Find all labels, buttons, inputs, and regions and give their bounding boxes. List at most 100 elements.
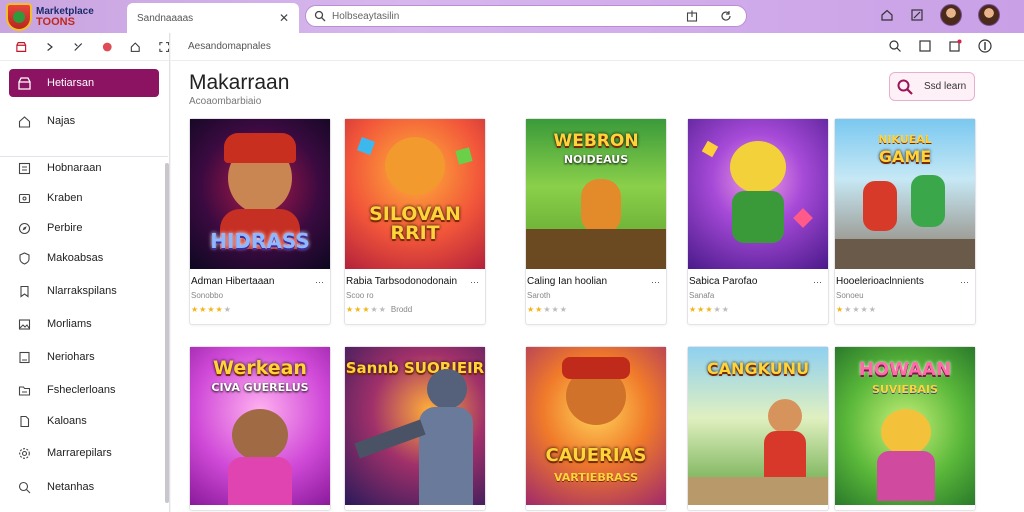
sidebar-item-hobnaraan[interactable]: Hobnaraan: [9, 154, 159, 182]
game-cover-image: Sannb SUORIEIR: [345, 347, 485, 505]
cover-subtitle: SUVIEBAIS: [872, 383, 938, 396]
game-title: Rabia Tarbsodonodonain: [346, 276, 458, 287]
more-icon[interactable]: ⋯: [813, 277, 822, 288]
more-icon[interactable]: ⋯: [651, 277, 660, 288]
sidebar-item-nlarrakspilans[interactable]: Nlarrakspilans: [9, 277, 159, 305]
title-bar: Marketplace TOONS Sandnaaaas ✕ Holbseayt…: [0, 0, 1024, 33]
sidebar-item-label: Makoabsas: [47, 252, 104, 264]
game-card[interactable]: CANGKUNU: [687, 346, 829, 511]
profile-icon[interactable]: [978, 39, 992, 53]
gear-icon: [19, 447, 30, 459]
rating-stars: ★★★★★: [689, 305, 730, 314]
tools-icon[interactable]: [73, 41, 84, 53]
rating-stars: ★★★★★: [527, 305, 568, 314]
address-bar[interactable]: Holbseaytasilin: [305, 5, 747, 27]
game-meta: Sonoeu: [836, 291, 864, 300]
search-icon: [18, 481, 31, 493]
search-button-label: Ssd learn: [924, 81, 967, 92]
sidebar-item-label: Morliams: [47, 318, 92, 330]
game-cover-image: SILOVAN RRIT: [345, 119, 485, 269]
sidebar-item-najas[interactable]: Najas: [9, 107, 159, 135]
browser-tab[interactable]: Sandnaaaas ✕: [127, 3, 299, 33]
sidebar-item-perbire[interactable]: Perbire: [9, 214, 159, 242]
game-card[interactable]: Werkean CIVA GUERELUS: [189, 346, 331, 511]
game-meta: Saroth: [527, 291, 551, 300]
game-meta: Scoo ro: [346, 291, 374, 300]
game-card[interactable]: CAUERIAS VARTIEBRASS: [525, 346, 667, 511]
sidebar-item-fsheclerloans[interactable]: Fsheclerloans: [9, 376, 159, 404]
game-card[interactable]: HOWAAN SUVIEBAIS: [834, 346, 976, 511]
home-icon[interactable]: [880, 8, 894, 22]
share-icon[interactable]: [686, 10, 698, 22]
search-icon: [314, 10, 326, 22]
game-card[interactable]: WEBRON NOIDEAUS Caling Ian hoolian ⋯ Sar…: [525, 118, 667, 325]
note-icon: [19, 351, 30, 363]
more-icon[interactable]: ⋯: [315, 277, 324, 288]
game-card[interactable]: Sabica Parofao ⋯ Sanafa ★★★★★: [687, 118, 829, 325]
sidebar-item-kraben[interactable]: Kraben: [9, 184, 159, 212]
sidebar-scrollbar[interactable]: [165, 163, 169, 503]
sidebar-item-makoabsas[interactable]: Makoabsas: [9, 244, 159, 272]
home-icon[interactable]: [130, 41, 141, 53]
home-icon: [18, 115, 31, 128]
avatar[interactable]: [940, 4, 962, 26]
main-content: Aesandomapnales Makarraan Acoaombarbiaio…: [171, 33, 1024, 512]
sidebar-item-kaloans[interactable]: Kaloans: [9, 407, 159, 435]
cover-subtitle: NOIDEAUS: [563, 153, 629, 166]
refresh-icon[interactable]: [720, 10, 732, 22]
sidebar-item-morliams[interactable]: Morliams: [9, 310, 159, 338]
rating-stars: ★★★★★: [836, 305, 877, 314]
bookmark-icon: [20, 285, 29, 298]
sidebar-item-label: Kaloans: [47, 415, 87, 427]
breadcrumb-text[interactable]: Aesandomapnales: [188, 41, 271, 52]
sidebar-item-neriohars[interactable]: Neriohars: [9, 343, 159, 371]
logo-text: Marketplace TOONS: [36, 6, 94, 28]
search-icon[interactable]: [888, 39, 902, 53]
game-card[interactable]: NIKUEAL GAME Hooelerioaclnnients ⋯ Sonoe…: [834, 118, 976, 325]
sidebar-item-label: Fsheclerloans: [47, 384, 116, 396]
game-cover-image: [688, 119, 828, 269]
game-card[interactable]: HIDRASS Adman Hibertaaan ⋯ Sonobbo ★★★★★: [189, 118, 331, 325]
more-icon[interactable]: ⋯: [960, 277, 969, 288]
avatar[interactable]: [978, 4, 1000, 26]
window-icon[interactable]: [918, 39, 932, 53]
game-cover-image: CAUERIAS VARTIEBRASS: [526, 347, 666, 505]
sidebar-item-hetiarsan[interactable]: Hetiarsan: [9, 69, 159, 97]
page-subtitle: Acoaombarbiaio: [189, 96, 262, 107]
game-cover-image: HIDRASS: [190, 119, 330, 269]
rating-extra: Brodd: [390, 305, 413, 314]
sidebar-item-label: Nlarrakspilans: [47, 285, 117, 297]
search-icon: [897, 79, 913, 95]
url-text: Holbseaytasilin: [332, 10, 400, 22]
extensions-icon[interactable]: [910, 8, 924, 22]
tab-title: Sandnaaaas: [137, 12, 194, 24]
logo-line2: TOONS: [36, 16, 75, 28]
logo-shield-icon: [6, 3, 32, 31]
alert-icon[interactable]: [102, 41, 113, 53]
search-button[interactable]: Ssd learn: [889, 72, 975, 101]
app-logo[interactable]: Marketplace TOONS: [6, 2, 116, 32]
more-icon[interactable]: ⋯: [470, 277, 479, 288]
game-title: Adman Hibertaaan: [191, 276, 275, 287]
image-icon: [18, 318, 31, 330]
expand-icon[interactable]: [158, 41, 170, 53]
close-icon[interactable]: ✕: [279, 11, 289, 25]
cover-title: GAME: [878, 147, 932, 166]
sidebar-item-label: Perbire: [47, 222, 83, 234]
file-icon: [20, 415, 30, 427]
notification-icon[interactable]: [948, 39, 962, 53]
game-cover-image: WEBRON NOIDEAUS: [526, 119, 666, 269]
cover-title: CAUERIAS: [545, 445, 647, 466]
cover-title: SILOVAN RRIT: [369, 203, 461, 244]
sidebar-item-marrarepilars[interactable]: Marrarepilars: [9, 439, 159, 467]
sidebar-item-netanhas[interactable]: Netanhas: [9, 473, 159, 501]
store-icon[interactable]: [16, 41, 27, 53]
arrow-right-icon[interactable]: [45, 41, 56, 53]
cover-title: CANGKUNU: [706, 359, 810, 378]
game-card[interactable]: Sannb SUORIEIR: [344, 346, 486, 511]
game-title: Hooelerioaclnnients: [836, 276, 924, 287]
store-icon: [18, 76, 31, 90]
game-card[interactable]: SILOVAN RRIT Rabia Tarbsodonodonain ⋯ Sc…: [344, 118, 486, 325]
page-title: Makarraan: [189, 71, 290, 94]
game-cover-image: Werkean CIVA GUERELUS: [190, 347, 330, 505]
